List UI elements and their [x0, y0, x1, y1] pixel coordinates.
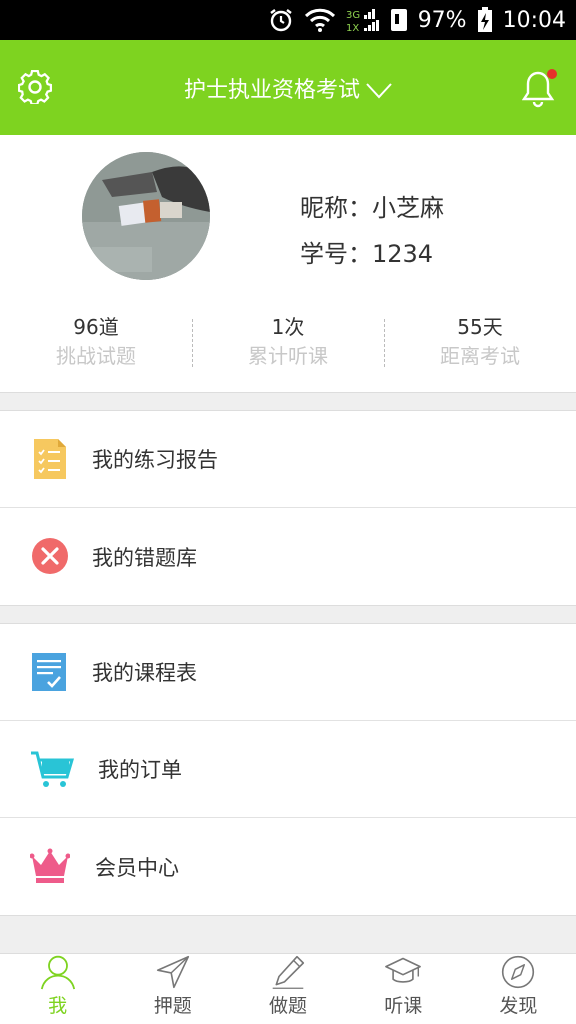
network-signal-icon: 3G 1X [346, 7, 380, 33]
tab-label: 听课 [384, 995, 423, 1017]
menu-item-orders[interactable]: 我的订单 [0, 721, 576, 818]
status-bar: 3G 1X 97% 10:04 [0, 0, 576, 40]
menu-item-label: 我的错题库 [92, 545, 197, 570]
tab-label: 做题 [269, 995, 308, 1017]
stat-label: 距离考试 [440, 344, 520, 368]
stat-value: 96道 [73, 315, 119, 339]
stat-lectures[interactable]: 1次 累计听课 [192, 313, 384, 373]
schedule-icon [30, 652, 70, 692]
menu-item-wrong-questions[interactable]: 我的错题库 [0, 508, 576, 605]
tab-practice[interactable]: 做题 [230, 954, 345, 1024]
stat-value: 55天 [457, 315, 503, 339]
chevron-down-icon [366, 82, 392, 98]
profile-card: 昵称：小芝麻 学号：1234 96道 挑战试题 1次 累计听课 55天 距离考试 [0, 135, 576, 393]
stat-value: 1次 [271, 315, 305, 339]
svg-text:3G: 3G [346, 10, 360, 21]
exam-selector[interactable]: 护士执业资格考试 [0, 40, 576, 135]
notifications-button[interactable] [521, 68, 558, 108]
battery-charging-icon [477, 7, 493, 33]
tab-me[interactable]: 我 [0, 954, 115, 1024]
stat-label: 累计听课 [248, 344, 328, 368]
tab-discover[interactable]: 发现 [461, 954, 576, 1024]
svg-text:1X: 1X [346, 23, 359, 33]
stat-questions[interactable]: 96道 挑战试题 [0, 313, 192, 373]
notification-badge [547, 69, 557, 79]
clock: 10:04 [502, 7, 566, 33]
crown-icon [29, 846, 71, 886]
tab-label: 我 [48, 995, 68, 1017]
stat-label: 挑战试题 [56, 344, 136, 368]
menu-group-account: 我的课程表 我的订单 会员中心 [0, 623, 576, 916]
pencil-icon [272, 955, 305, 989]
menu-item-label: 我的课程表 [92, 661, 197, 685]
battery-percent: 97% [417, 7, 467, 33]
menu-item-label: 我的订单 [98, 758, 182, 782]
exam-title: 护士执业资格考试 [183, 77, 360, 103]
tab-label: 押题 [153, 995, 192, 1017]
menu-item-label: 我的练习报告 [92, 448, 218, 472]
menu-item-membership[interactable]: 会员中心 [0, 818, 576, 915]
navigation-arrow-icon [156, 955, 189, 989]
compass-icon [502, 955, 535, 989]
graduation-cap-icon [385, 957, 422, 983]
menu-item-schedule[interactable]: 我的课程表 [0, 624, 576, 721]
menu-item-practice-report[interactable]: 我的练习报告 [0, 411, 576, 508]
stat-days-to-exam[interactable]: 55天 距离考试 [384, 313, 576, 373]
alarm-icon [268, 7, 294, 33]
tab-label: 发现 [499, 995, 538, 1017]
cart-icon [30, 749, 75, 789]
bottom-tab-bar: 我 押题 做题 听课 发现 [0, 953, 576, 1024]
menu-item-label: 会员中心 [95, 855, 179, 880]
nickname: 昵称：小芝麻 [300, 194, 444, 222]
tab-predict[interactable]: 押题 [115, 954, 230, 1024]
phone-data-icon [390, 7, 408, 33]
user-icon [40, 955, 75, 990]
menu-group-study: 我的练习报告 我的错题库 [0, 410, 576, 606]
student-id: 学号：1234 [300, 240, 434, 268]
wrong-questions-icon [30, 536, 70, 576]
report-icon [30, 439, 70, 479]
bell-icon [521, 69, 557, 108]
app-header: 护士执业资格考试 [0, 40, 576, 135]
wifi-icon [304, 7, 336, 33]
tab-lectures[interactable]: 听课 [346, 954, 461, 1024]
avatar[interactable] [82, 152, 210, 280]
user-info: 昵称：小芝麻 学号：1234 [300, 185, 444, 277]
stats-row: 96道 挑战试题 1次 累计听课 55天 距离考试 [0, 313, 576, 373]
